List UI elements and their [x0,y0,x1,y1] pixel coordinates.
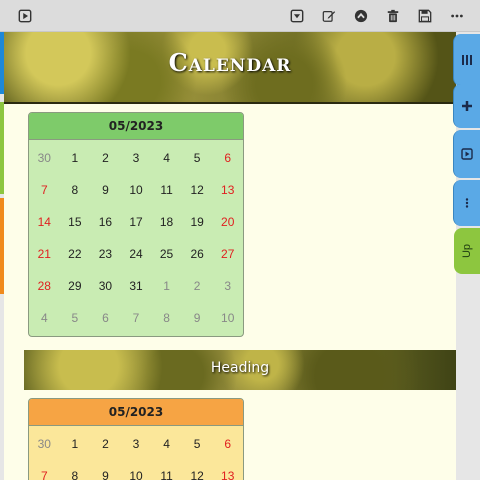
save-icon[interactable] [416,7,434,25]
columns-icon [461,51,473,70]
calendar-day[interactable]: 3 [121,142,152,174]
calendar-day[interactable]: 21 [29,238,60,270]
calendar-day[interactable]: 5 [182,142,213,174]
calendar-day[interactable]: 5 [182,428,213,460]
calendar-day[interactable]: 4 [151,428,182,460]
side-tab-up[interactable]: Up [454,228,480,274]
calendar-day[interactable]: 1 [60,428,91,460]
calendar-day[interactable]: 31 [121,270,152,302]
calendar-day[interactable]: 2 [90,428,121,460]
side-tab-add[interactable] [453,84,480,128]
calendar-day[interactable]: 2 [182,270,213,302]
calendar-day[interactable]: 13 [212,460,243,480]
calendar-day[interactable]: 28 [29,270,60,302]
calendar-day[interactable]: 15 [60,206,91,238]
calendar-day[interactable]: 20 [212,206,243,238]
calendar-day[interactable]: 11 [151,174,182,206]
up-label: Up [461,243,473,259]
top-toolbar [0,0,480,32]
side-tab-columns[interactable] [453,34,480,86]
calendar-widget: 05/2023 30 1 2 3 4 5 6 7 8 9 10 11 12 13 14 15 16 17 18 19 2… [28,112,244,337]
calendar-day[interactable]: 9 [182,302,213,334]
calendar-day[interactable]: 26 [182,238,213,270]
calendar-day[interactable]: 9 [90,174,121,206]
calendar-day[interactable]: 10 [121,174,152,206]
more-icon[interactable] [448,7,466,25]
calendar-grid: 30 1 2 3 4 5 6 7 8 9 10 11 12 13 [29,426,243,480]
calendar-month-label: 05/2023 [29,113,243,140]
calendar-day[interactable]: 7 [29,174,60,206]
calendar-day[interactable]: 30 [29,428,60,460]
calendar-day[interactable]: 29 [60,270,91,302]
calendar-day[interactable]: 5 [60,302,91,334]
calendar-day[interactable]: 11 [151,460,182,480]
calendar-day[interactable]: 7 [29,460,60,480]
calendar-day[interactable]: 1 [60,142,91,174]
calendar-day[interactable]: 8 [60,174,91,206]
edit-icon[interactable] [320,7,338,25]
calendar-day[interactable]: 9 [90,460,121,480]
calendar-day[interactable]: 10 [121,460,152,480]
dropdown-square-icon[interactable] [288,7,306,25]
calendar-day[interactable]: 22 [60,238,91,270]
calendar-day[interactable]: 2 [90,142,121,174]
calendar-day[interactable]: 12 [182,174,213,206]
calendar-month-label: 05/2023 [29,399,243,426]
calendar-day[interactable]: 17 [121,206,152,238]
calendar-day[interactable]: 24 [121,238,152,270]
calendar-day[interactable]: 6 [212,142,243,174]
calendar-day[interactable]: 23 [90,238,121,270]
calendar-day[interactable]: 10 [212,302,243,334]
page-content: Calendar 05/2023 30 1 2 3 4 5 6 7 8 9 10 11 12 13 14 15… [4,32,456,480]
calendar-day[interactable]: 8 [151,302,182,334]
calendar-widget: 05/2023 30 1 2 3 4 5 6 7 8 9 10 11 12 13 [28,398,244,480]
calendar-day[interactable]: 7 [121,302,152,334]
heading-banner: Heading [24,350,456,390]
calendar-day[interactable]: 6 [90,302,121,334]
calendar-day[interactable]: 14 [29,206,60,238]
play-square-icon[interactable] [16,7,34,25]
calendar-day[interactable]: 4 [29,302,60,334]
calendar-day[interactable]: 6 [212,428,243,460]
calendar-day[interactable]: 19 [182,206,213,238]
calendar-grid: 30 1 2 3 4 5 6 7 8 9 10 11 12 13 14 15 16 17 18 19 20 21 22 23 2… [29,140,243,336]
calendar-day[interactable]: 1 [151,270,182,302]
calendar-day[interactable]: 3 [121,428,152,460]
calendar-day[interactable]: 3 [212,270,243,302]
calendar-day[interactable]: 13 [212,174,243,206]
calendar-day[interactable]: 18 [151,206,182,238]
calendar-day[interactable]: 25 [151,238,182,270]
side-tab-play[interactable] [453,130,480,178]
play-square-icon [461,145,473,164]
calendar-day[interactable]: 16 [90,206,121,238]
calendar-day[interactable]: 30 [90,270,121,302]
calendar-banner: Calendar [4,32,456,104]
side-tab-more[interactable] [453,180,480,226]
calendar-day[interactable]: 27 [212,238,243,270]
vertical-dots-icon [461,194,473,213]
plus-icon [461,97,473,116]
calendar-day[interactable]: 4 [151,142,182,174]
banner-title: Calendar [168,48,292,77]
calendar-day[interactable]: 8 [60,460,91,480]
heading-text: Heading [210,360,270,376]
trash-icon[interactable] [384,7,402,25]
calendar-day[interactable]: 30 [29,142,60,174]
calendar-day[interactable]: 12 [182,460,213,480]
chevron-up-circle-icon[interactable] [352,7,370,25]
